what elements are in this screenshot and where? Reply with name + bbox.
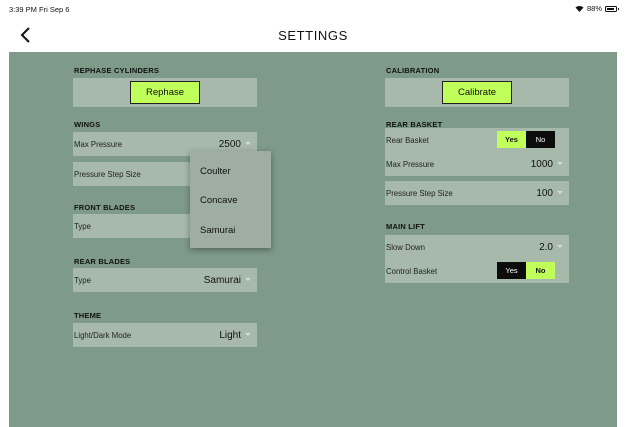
rear-blades-type-row[interactable]: Type Samurai [73,268,257,292]
slow-down-label: Slow Down [386,243,425,252]
rear-basket-toggle[interactable]: Yes No [497,131,555,148]
rear-basket-no[interactable]: No [526,131,555,148]
rephase-header: REPHASE CYLINDERS [74,66,160,75]
rear-blades-header: REAR BLADES [74,257,131,266]
theme-header: THEME [74,311,102,320]
dropdown-option[interactable]: Concave [200,195,238,206]
battery-icon [605,5,619,12]
calibration-header: CALIBRATION [386,66,440,75]
rear-blades-type-value: Samurai [203,275,241,286]
main-lift-header: MAIN LIFT [386,222,425,231]
rear-basket-max-pressure-label: Max Pressure [386,160,435,169]
rear-basket-max-pressure-row[interactable]: Max Pressure 1000 [385,152,569,176]
theme-mode-label: Light/Dark Mode [74,331,132,340]
battery-percent: 88% [586,4,602,13]
rear-basket-yes[interactable]: Yes [497,131,526,148]
rear-blades-type-label: Type [74,276,91,285]
rear-basket-label: Rear Basket [386,136,429,145]
status-right: 88% [575,4,619,13]
rephase-button[interactable]: Rephase [130,81,200,104]
chevron-down-icon [557,245,563,248]
status-time: 3:39 PM Fri Sep 6 [9,5,70,14]
rear-basket-max-pressure-value: 1000 [530,159,553,170]
rear-basket-toggle-row: Rear Basket Yes No [385,128,569,152]
theme-mode-row[interactable]: Light/Dark Mode Light [73,323,257,347]
front-blades-type-label: Type [74,222,91,231]
dropdown-option[interactable]: Coulter [200,166,231,177]
front-blades-header: FRONT BLADES [74,203,136,212]
status-bar: 3:39 PM Fri Sep 6 88% [0,0,626,18]
page-title: SETTINGS [278,28,348,43]
settings-panel: REPHASE CYLINDERS Rephase WINGS Max Pres… [9,52,617,427]
control-basket-yes[interactable]: Yes [497,262,526,279]
control-basket-toggle[interactable]: Yes No [497,262,555,279]
wings-step-label: Pressure Step Size [74,170,141,179]
control-basket-no[interactable]: No [526,262,555,279]
slow-down-row[interactable]: Slow Down 2.0 [385,235,569,259]
nav-bar: SETTINGS [0,18,626,52]
rephase-row: Rephase [73,78,257,107]
control-basket-label: Control Basket [386,267,438,276]
chevron-down-icon [245,142,251,145]
chevron-down-icon [245,333,251,336]
calibrate-button[interactable]: Calibrate [442,81,512,104]
control-basket-row: Control Basket Yes No [385,259,569,283]
wings-max-pressure-value: 2500 [218,139,241,150]
wings-max-pressure-label: Max Pressure [74,140,123,149]
theme-mode-value: Light [219,330,241,341]
slow-down-value: 2.0 [539,242,553,253]
chevron-down-icon [557,162,563,165]
wings-header: WINGS [74,120,101,129]
wifi-icon [575,5,584,12]
chevron-down-icon [557,191,563,194]
rear-basket-step-value: 100 [536,188,553,199]
blade-type-dropdown: Coulter Concave Samurai [190,151,271,248]
chevron-down-icon [245,278,251,281]
dropdown-option[interactable]: Samurai [200,225,235,236]
calibration-row: Calibrate [385,78,569,107]
rear-basket-step-label: Pressure Step Size [386,189,453,198]
rear-basket-step-row[interactable]: Pressure Step Size 100 [385,181,569,205]
